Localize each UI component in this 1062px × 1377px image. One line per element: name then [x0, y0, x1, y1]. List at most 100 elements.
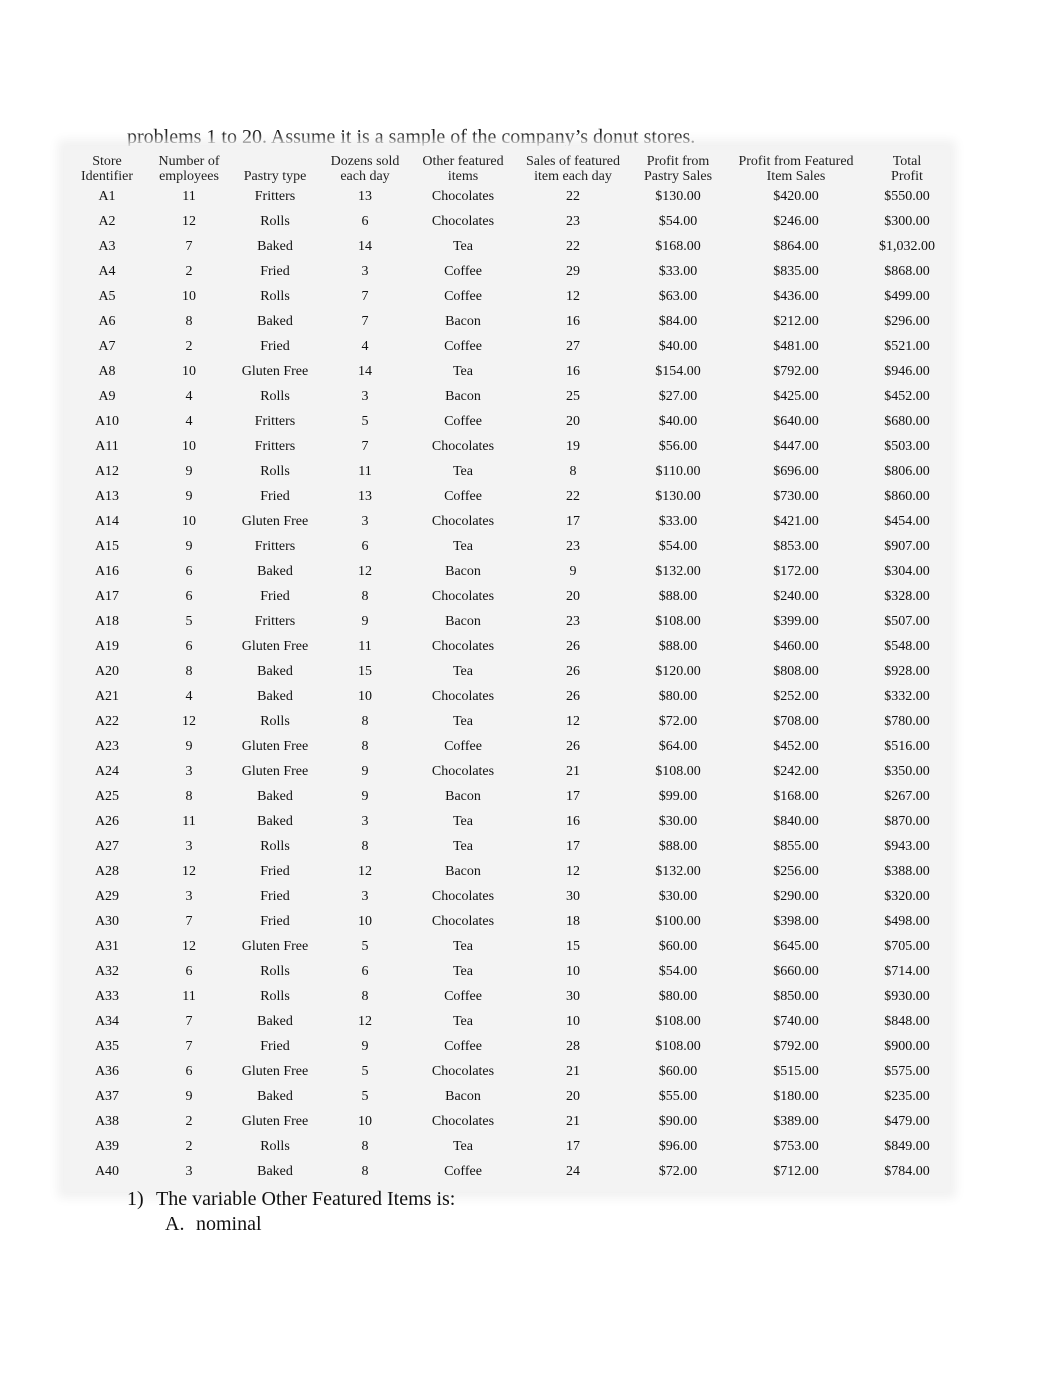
cell-other-featured-items: Chocolates — [431, 438, 495, 454]
cell-profit-pastry-sales: $60.00 — [658, 938, 698, 954]
cell-sales-of-featured-item: 21 — [566, 1063, 580, 1079]
cell-total-profit: $499.00 — [884, 288, 930, 304]
cell-sales-of-featured-item: 12 — [566, 288, 580, 304]
header-line: Other featured — [422, 154, 504, 169]
header-line: Total — [892, 154, 922, 169]
cell-other-featured-items: Coffee — [444, 488, 482, 504]
cell-store-identifier: A6 — [98, 313, 116, 329]
cell-sales-of-featured-item: 22 — [566, 238, 580, 254]
cell-dozens-sold: 3 — [361, 813, 369, 829]
cell-dozens-sold: 6 — [361, 538, 369, 554]
cell-pastry-type: Rolls — [260, 288, 290, 304]
cell-other-featured-items: Chocolates — [431, 1113, 495, 1129]
cell-sales-of-featured-item: 16 — [566, 363, 580, 379]
cell-total-profit: $350.00 — [884, 763, 930, 779]
table-row: A8 10 Gluten Free 14 Tea 16 $154.00 $792.00 $946… — [64, 359, 950, 384]
cell-profit-pastry-sales: $130.00 — [655, 488, 701, 504]
header-line: Pastry Sales — [643, 169, 713, 184]
cell-number-of-employees: 12 — [182, 713, 196, 729]
table-row: A10 4 Fritters 5 Coffee 20 $40.00 $640.00 $680.0… — [64, 409, 950, 434]
table-row: A36 6 Gluten Free 5 Chocolates 21 $60.00 $515.0… — [64, 1059, 950, 1084]
cell-profit-featured-item-sales: $399.00 — [773, 613, 819, 629]
cell-total-profit: $943.00 — [884, 838, 930, 854]
cell-store-identifier: A39 — [94, 1138, 120, 1154]
cell-profit-featured-item-sales: $172.00 — [773, 563, 819, 579]
cell-number-of-employees: 3 — [185, 888, 193, 904]
cell-other-featured-items: Chocolates — [431, 188, 495, 204]
cell-profit-featured-item-sales: $835.00 — [773, 263, 819, 279]
cell-profit-pastry-sales: $88.00 — [658, 838, 698, 854]
cell-sales-of-featured-item: 20 — [566, 413, 580, 429]
cell-profit-pastry-sales: $99.00 — [658, 788, 698, 804]
cell-profit-featured-item-sales: $290.00 — [773, 888, 819, 904]
cell-profit-pastry-sales: $56.00 — [658, 438, 698, 454]
cell-sales-of-featured-item: 19 — [566, 438, 580, 454]
cell-number-of-employees: 10 — [182, 513, 196, 529]
cell-other-featured-items: Tea — [452, 363, 473, 379]
cell-profit-featured-item-sales: $753.00 — [773, 1138, 819, 1154]
cell-dozens-sold: 3 — [361, 888, 369, 904]
question-1: 1) The variable Other Featured Items is: — [127, 1187, 455, 1211]
cell-sales-of-featured-item: 26 — [566, 663, 580, 679]
cell-store-identifier: A19 — [94, 638, 120, 654]
cell-profit-pastry-sales: $33.00 — [658, 513, 698, 529]
cell-total-profit: $235.00 — [884, 1088, 930, 1104]
cell-store-identifier: A8 — [98, 363, 116, 379]
cell-total-profit: $328.00 — [884, 588, 930, 604]
cell-profit-pastry-sales: $54.00 — [658, 963, 698, 979]
cell-profit-featured-item-sales: $864.00 — [773, 238, 819, 254]
cell-number-of-employees: 6 — [185, 1063, 193, 1079]
cell-dozens-sold: 11 — [358, 638, 372, 654]
option-text: nominal — [196, 1213, 262, 1235]
cell-profit-pastry-sales: $33.00 — [658, 263, 698, 279]
cell-other-featured-items: Coffee — [444, 1038, 482, 1054]
cell-store-identifier: A38 — [94, 1113, 120, 1129]
cell-profit-featured-item-sales: $452.00 — [773, 738, 819, 754]
cell-profit-featured-item-sales: $460.00 — [773, 638, 819, 654]
cell-dozens-sold: 8 — [361, 1138, 369, 1154]
cell-store-identifier: A14 — [94, 513, 120, 529]
cell-profit-featured-item-sales: $808.00 — [773, 663, 819, 679]
cell-dozens-sold: 5 — [361, 1088, 369, 1104]
cell-profit-pastry-sales: $90.00 — [658, 1113, 698, 1129]
cell-sales-of-featured-item: 30 — [566, 988, 580, 1004]
cell-total-profit: $479.00 — [884, 1113, 930, 1129]
cell-dozens-sold: 9 — [361, 788, 369, 804]
cell-store-identifier: A27 — [94, 838, 120, 854]
cell-total-profit: $868.00 — [884, 263, 930, 279]
cell-sales-of-featured-item: 10 — [566, 1013, 580, 1029]
cell-sales-of-featured-item: 8 — [569, 463, 577, 479]
cell-store-identifier: A24 — [94, 763, 120, 779]
cell-number-of-employees: 2 — [185, 1138, 193, 1154]
cell-other-featured-items: Chocolates — [431, 763, 495, 779]
cell-profit-pastry-sales: $108.00 — [655, 1038, 701, 1054]
cell-profit-featured-item-sales: $640.00 — [773, 413, 819, 429]
cell-profit-featured-item-sales: $696.00 — [773, 463, 819, 479]
cell-other-featured-items: Tea — [452, 838, 473, 854]
cell-profit-pastry-sales: $110.00 — [655, 463, 701, 479]
cell-sales-of-featured-item: 21 — [566, 763, 580, 779]
cell-number-of-employees: 8 — [185, 313, 193, 329]
cell-number-of-employees: 3 — [185, 763, 193, 779]
cell-other-featured-items: Bacon — [445, 863, 481, 879]
cell-store-identifier: A29 — [94, 888, 120, 904]
cell-profit-featured-item-sales: $180.00 — [773, 1088, 819, 1104]
cell-number-of-employees: 3 — [185, 1163, 193, 1179]
cell-total-profit: $575.00 — [884, 1063, 930, 1079]
cell-other-featured-items: Bacon — [445, 563, 481, 579]
cell-sales-of-featured-item: 17 — [566, 513, 580, 529]
cell-profit-featured-item-sales: $240.00 — [773, 588, 819, 604]
column-header-other-featured-items: Other featured items — [408, 146, 518, 184]
cell-number-of-employees: 11 — [182, 988, 196, 1004]
cell-profit-featured-item-sales: $246.00 — [773, 213, 819, 229]
cell-profit-featured-item-sales: $855.00 — [773, 838, 819, 854]
cell-store-identifier: A31 — [94, 938, 120, 954]
table-row: A9 4 Rolls 3 Bacon 25 $27.00 $425.00 $452.00 — [64, 384, 950, 409]
cell-pastry-type: Gluten Free — [241, 363, 309, 379]
cell-pastry-type: Gluten Free — [241, 513, 309, 529]
cell-profit-pastry-sales: $88.00 — [658, 588, 698, 604]
cell-pastry-type: Baked — [257, 663, 293, 679]
header-line: Identifier — [80, 169, 134, 184]
cell-other-featured-items: Coffee — [444, 413, 482, 429]
cell-profit-featured-item-sales: $850.00 — [773, 988, 819, 1004]
